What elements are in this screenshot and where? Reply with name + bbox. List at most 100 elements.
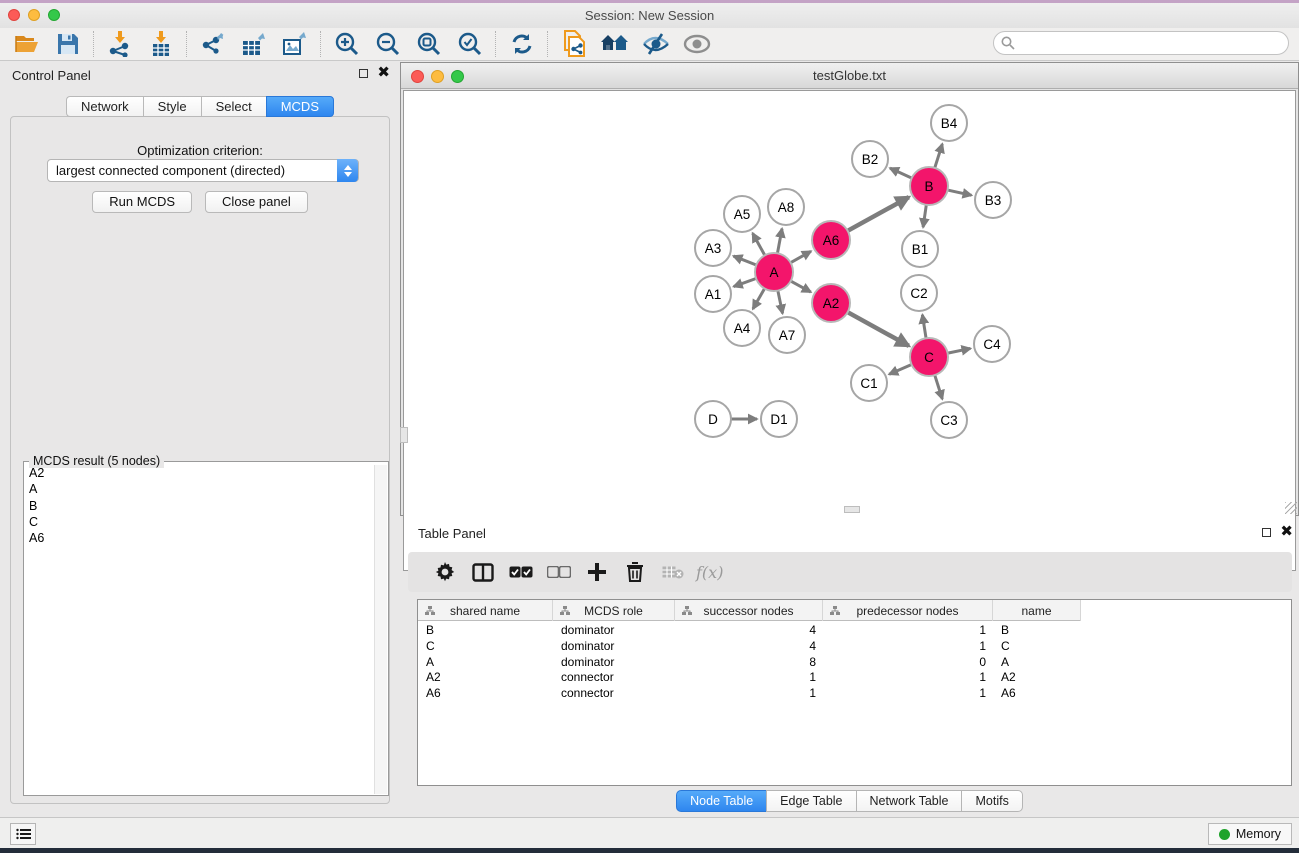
tab-select[interactable]: Select [201, 96, 266, 117]
graph-node-A3[interactable]: A3 [694, 229, 732, 267]
gear-icon[interactable] [426, 556, 464, 588]
edge-A-A7[interactable] [778, 290, 783, 314]
network-canvas[interactable]: B4B2BB3A8A5A6A3B1AA1C2A2A4A7C4CC1C3DD1 [403, 90, 1296, 571]
table-row[interactable]: Cdominator41C [418, 639, 1081, 655]
minimize-view-button[interactable] [431, 70, 444, 83]
column-header-predecessor-nodes[interactable]: predecessor nodes [823, 600, 993, 621]
edge-B-B1[interactable] [923, 204, 926, 227]
edge-A2-C[interactable] [847, 312, 909, 346]
graph-node-A2[interactable]: A2 [811, 283, 851, 323]
zoom-view-button[interactable] [451, 70, 464, 83]
table-row[interactable]: A6connector11A6 [418, 686, 1081, 702]
edge-A-A1[interactable] [734, 278, 757, 286]
task-history-button[interactable] [10, 823, 36, 845]
edge-A-A5[interactable] [753, 233, 766, 256]
canvas-left-nub[interactable] [400, 427, 408, 443]
import-network-icon[interactable] [99, 29, 140, 59]
result-item[interactable]: B [25, 498, 374, 514]
result-item[interactable]: C [25, 514, 374, 530]
close-panel-icon[interactable]: ✖ [377, 67, 390, 79]
window-resize-grip[interactable] [1285, 502, 1297, 514]
close-panel-button[interactable]: Close panel [205, 191, 308, 213]
close-window-button[interactable] [8, 9, 20, 21]
edge-A-A8[interactable] [777, 229, 782, 255]
edge-B-B4[interactable] [934, 144, 942, 169]
column-header-successor-nodes[interactable]: successor nodes [675, 600, 823, 621]
edge-A-A4[interactable] [753, 288, 765, 309]
column-header-mcds-role[interactable]: MCDS role [553, 600, 675, 621]
table-tab-network-table[interactable]: Network Table [856, 790, 962, 812]
graph-node-C4[interactable]: C4 [973, 325, 1011, 363]
export-image-icon[interactable] [274, 29, 315, 59]
graph-node-A1[interactable]: A1 [694, 275, 732, 313]
edge-C-C4[interactable] [947, 348, 971, 353]
table-row[interactable]: A2connector11A2 [418, 670, 1081, 686]
table-row[interactable]: Adominator80A [418, 655, 1081, 671]
edge-B-B3[interactable] [947, 190, 972, 195]
canvas-bottom-nub[interactable] [844, 506, 860, 513]
graph-node-B4[interactable]: B4 [930, 104, 968, 142]
result-scrollbar[interactable] [374, 465, 387, 794]
graph-node-A[interactable]: A [754, 252, 794, 292]
graph-node-B1[interactable]: B1 [901, 230, 939, 268]
float-table-panel-icon[interactable] [1262, 528, 1271, 537]
column-view-icon[interactable] [464, 556, 502, 588]
graph-node-B[interactable]: B [909, 166, 949, 206]
graph-node-A5[interactable]: A5 [723, 195, 761, 233]
graph-node-D[interactable]: D [694, 400, 732, 438]
zoom-out-icon[interactable] [367, 29, 408, 59]
graph-node-A8[interactable]: A8 [767, 188, 805, 226]
function-builder-icon[interactable]: f(x) [696, 563, 723, 582]
tab-network[interactable]: Network [66, 96, 143, 117]
zoom-in-icon[interactable] [326, 29, 367, 59]
edge-A6-B[interactable] [847, 197, 909, 231]
delete-icon[interactable] [616, 556, 654, 588]
node-table[interactable]: shared nameMCDS rolesuccessor nodesprede… [417, 599, 1292, 786]
graph-node-C1[interactable]: C1 [850, 364, 888, 402]
minimize-window-button[interactable] [28, 9, 40, 21]
zoom-window-button[interactable] [48, 9, 60, 21]
graph-node-C[interactable]: C [909, 337, 949, 377]
edge-B-B2[interactable] [890, 168, 913, 178]
optimization-select[interactable]: largest connected component (directed) [47, 159, 359, 182]
result-item[interactable]: A2 [25, 465, 374, 481]
result-item[interactable]: A6 [25, 530, 374, 546]
table-tab-motifs[interactable]: Motifs [961, 790, 1022, 812]
import-table-icon[interactable] [140, 29, 181, 59]
graph-node-B2[interactable]: B2 [851, 140, 889, 178]
network-window-titlebar[interactable]: testGlobe.txt [401, 63, 1298, 89]
deselect-all-icon[interactable] [540, 556, 578, 588]
zoom-selected-icon[interactable] [449, 29, 490, 59]
float-panel-icon[interactable] [359, 69, 368, 78]
edge-C-C2[interactable] [922, 315, 926, 339]
result-item[interactable]: A [25, 481, 374, 497]
show-panel-icon[interactable] [676, 29, 717, 59]
tab-mcds[interactable]: MCDS [266, 96, 334, 117]
home-icon[interactable] [594, 29, 635, 59]
edge-C-C1[interactable] [889, 364, 912, 374]
column-header-name[interactable]: name [993, 600, 1081, 621]
memory-button[interactable]: Memory [1208, 823, 1292, 845]
hide-panel-icon[interactable] [635, 29, 676, 59]
edge-A-A6[interactable] [790, 251, 811, 263]
copy-network-icon[interactable] [553, 29, 594, 59]
graph-node-A4[interactable]: A4 [723, 309, 761, 347]
zoom-fit-icon[interactable] [408, 29, 449, 59]
column-header-shared-name[interactable]: shared name [418, 600, 553, 621]
table-row[interactable]: Bdominator41B [418, 623, 1081, 639]
edge-C-C3[interactable] [934, 374, 942, 399]
add-column-icon[interactable] [578, 556, 616, 588]
graph-node-C3[interactable]: C3 [930, 401, 968, 439]
select-all-icon[interactable] [502, 556, 540, 588]
export-table-icon[interactable] [233, 29, 274, 59]
refresh-icon[interactable] [501, 29, 542, 59]
open-icon[interactable] [6, 29, 47, 59]
graph-node-C2[interactable]: C2 [900, 274, 938, 312]
graph-node-A6[interactable]: A6 [811, 220, 851, 260]
graph-node-B3[interactable]: B3 [974, 181, 1012, 219]
mcds-result-list[interactable]: A2ABCA6 [25, 465, 374, 794]
run-mcds-button[interactable]: Run MCDS [92, 191, 192, 213]
table-tab-node-table[interactable]: Node Table [676, 790, 766, 812]
table-tab-edge-table[interactable]: Edge Table [766, 790, 855, 812]
tab-style[interactable]: Style [143, 96, 201, 117]
